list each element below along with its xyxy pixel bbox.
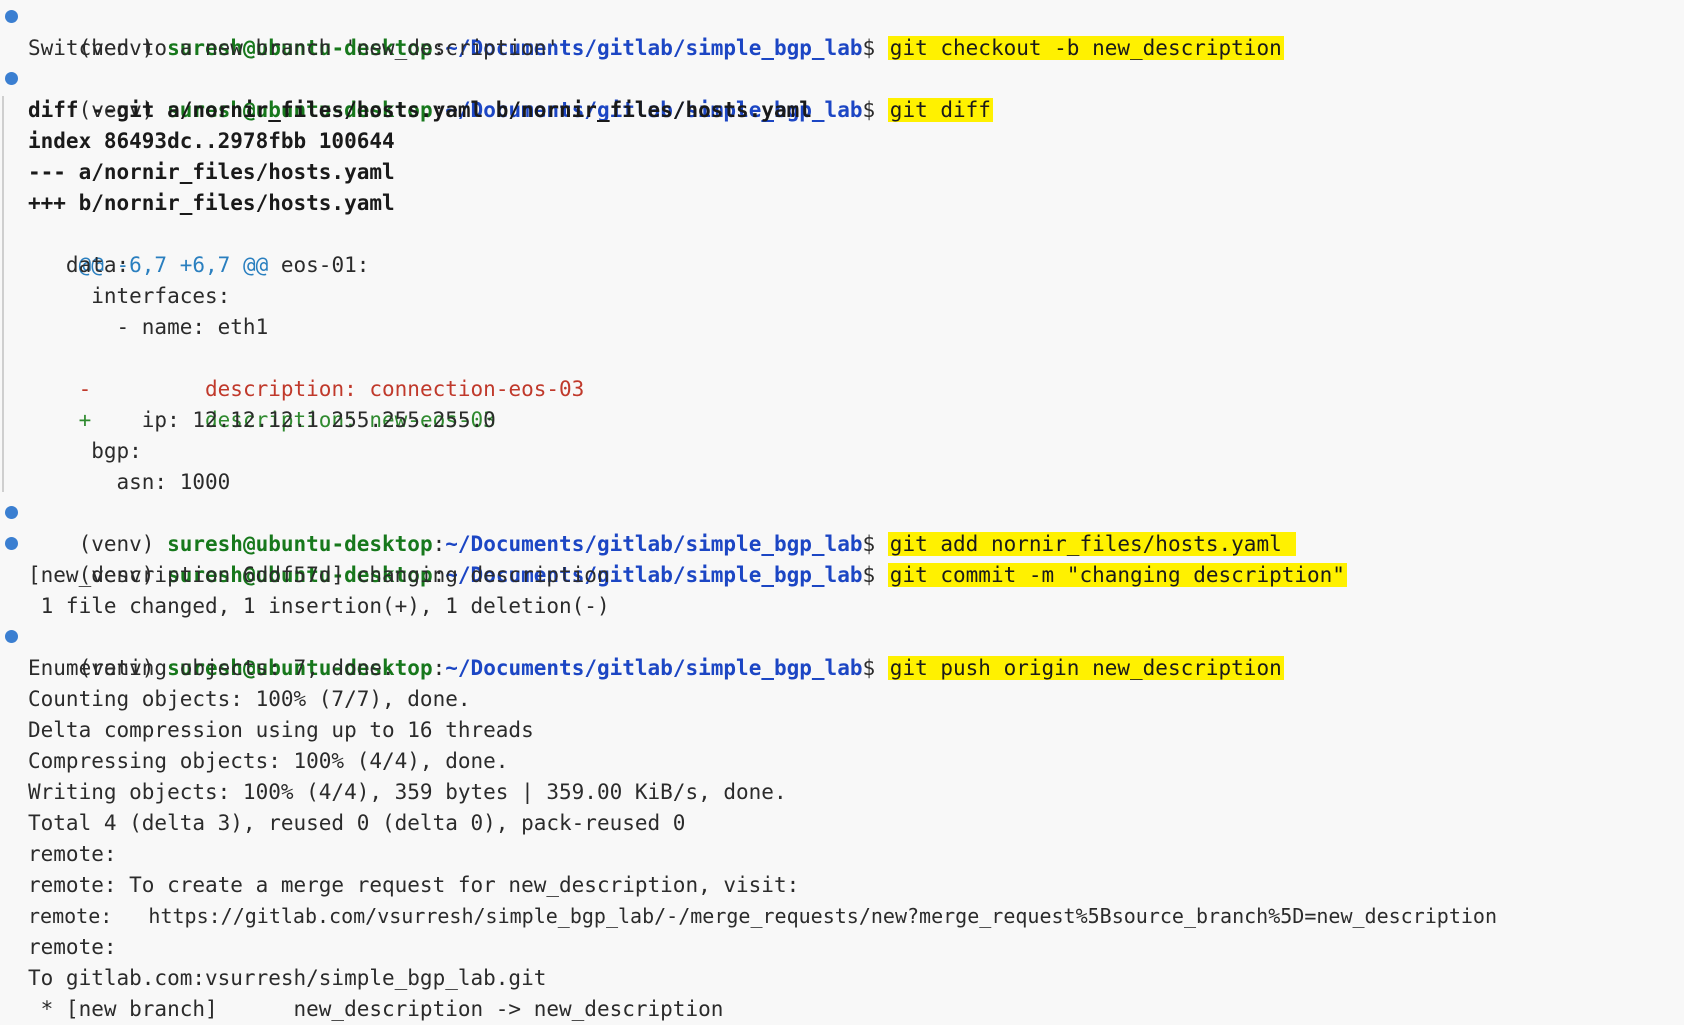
- diff-context-line: - name: eth1: [28, 315, 269, 339]
- prompt-line-diff: (venv) suresh@ubuntu-desktop:~/Documents…: [28, 64, 993, 122]
- prompt-line-commit: (venv) suresh@ubuntu-desktop:~/Documents…: [28, 529, 1347, 587]
- output-line: Total 4 (delta 3), reused 0 (delta 0), p…: [28, 811, 686, 835]
- command-commit: git commit -m "changing description": [887, 563, 1347, 587]
- diff-added-line: + description: new-eos-03: [28, 374, 496, 432]
- diff-header: --- a/nornir_files/hosts.yaml: [28, 160, 395, 184]
- output-line: Compressing objects: 100% (4/4), done.: [28, 749, 509, 773]
- prompt-dollar: $: [862, 563, 888, 587]
- prompt-dollar: $: [862, 36, 888, 60]
- command-status-dot-icon[interactable]: [5, 537, 18, 550]
- prompt-path: ~/Documents/gitlab/simple_bgp_lab: [445, 656, 863, 680]
- diff-context-line: asn: 1000: [28, 470, 231, 494]
- output-line: remote:: [28, 842, 117, 866]
- prompt-dollar: $: [862, 98, 888, 122]
- command-status-dot-icon[interactable]: [5, 10, 18, 23]
- diff-header: diff --git a/nornir_files/hosts.yaml b/n…: [28, 98, 812, 122]
- output-line: Counting objects: 100% (7/7), done.: [28, 687, 471, 711]
- output-line: Delta compression using up to 16 threads: [28, 718, 534, 742]
- diff-context-line: ip: 12.12.12.1 255.255.255.0: [28, 408, 496, 432]
- output-line: Enumerating objects: 7, done.: [28, 656, 395, 680]
- diff-context-line: bgp:: [28, 439, 142, 463]
- output-line: Switched to a new branch 'new_descriptio…: [28, 36, 560, 60]
- output-line: remote:: [28, 935, 117, 959]
- command-checkout: git checkout -b new_description: [887, 36, 1284, 60]
- command-push: git push origin new_description: [887, 656, 1284, 680]
- output-line: * [new branch] new_description -> new_de…: [28, 997, 724, 1021]
- prompt-line-checkout: (venv) suresh@ubuntu-desktop:~/Documents…: [28, 2, 1284, 60]
- output-line: Writing objects: 100% (4/4), 359 bytes |…: [28, 780, 787, 804]
- terminal-output[interactable]: (venv) suresh@ubuntu-desktop:~/Documents…: [0, 0, 1684, 1021]
- output-line: To gitlab.com:vsurresh/simple_bgp_lab.gi…: [28, 966, 547, 990]
- command-status-dot-icon[interactable]: [5, 630, 18, 643]
- prompt-dollar: $: [862, 656, 888, 680]
- diff-hunk-line: @@ -6,7 +6,7 @@ eos-01:: [28, 219, 370, 277]
- diff-context-line: interfaces:: [28, 284, 231, 308]
- merge-request-link[interactable]: remote: https://gitlab.com/vsurresh/simp…: [28, 901, 1497, 932]
- diff-header: index 86493dc..2978fbb 100644: [28, 129, 395, 153]
- output-line: remote: To create a merge request for ne…: [28, 873, 800, 897]
- prompt-line-add: (venv) suresh@ubuntu-desktop:~/Documents…: [28, 498, 1297, 556]
- prompt-colon: :: [432, 656, 446, 680]
- diff-removed-line: - description: connection-eos-03: [28, 343, 585, 401]
- output-line: 1 file changed, 1 insertion(+), 1 deleti…: [28, 594, 610, 618]
- command-status-dot-icon[interactable]: [5, 72, 18, 85]
- command-status-dot-icon[interactable]: [5, 506, 18, 519]
- prompt-line-push: (venv) suresh@ubuntu-desktop:~/Documents…: [28, 622, 1284, 680]
- command-diff: git diff: [887, 98, 993, 122]
- output-line: [new_description 6ddf57d] changing descr…: [28, 563, 610, 587]
- diff-hunk-context: eos-01:: [268, 253, 370, 277]
- diff-header: +++ b/nornir_files/hosts.yaml: [28, 191, 395, 215]
- output-gutter-bar: [2, 96, 4, 492]
- diff-context-line: data:: [28, 253, 130, 277]
